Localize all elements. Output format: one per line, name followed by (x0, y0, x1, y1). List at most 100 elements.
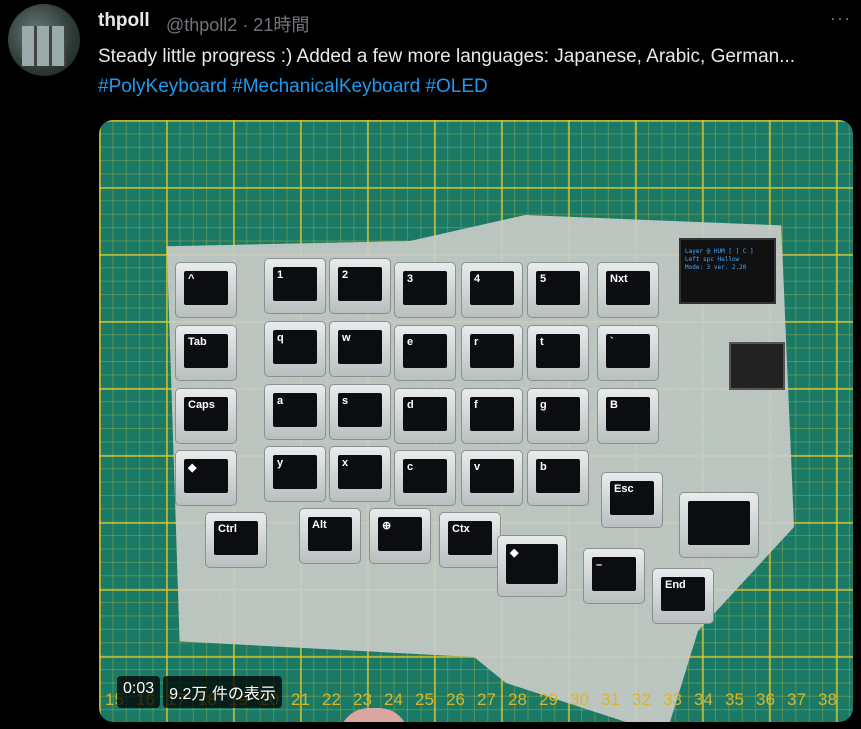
key-label: ⊕ (378, 517, 422, 551)
key-label: ` (606, 334, 650, 368)
key: Alt (299, 508, 361, 564)
key-label: f (470, 397, 514, 431)
key: s (329, 384, 391, 440)
ruler-number: 34 (694, 690, 713, 709)
ruler-number: 27 (477, 690, 496, 709)
ruler-number: 32 (632, 690, 651, 709)
more-options-icon[interactable]: ··· (830, 8, 851, 29)
key: 5 (527, 262, 589, 318)
view-count: 9.2万 件の表示 (163, 676, 282, 708)
hashtag[interactable]: #OLED (425, 76, 487, 97)
oled-display: Layer @ HUM [ ] C ] Left spc Hellow Mode… (679, 238, 776, 304)
key: q (264, 321, 326, 377)
key-label: B (606, 397, 650, 431)
key: v (461, 450, 523, 506)
ruler-number: 36 (756, 690, 775, 709)
ruler-number: 35 (725, 690, 744, 709)
key: x (329, 446, 391, 502)
key: Ctrl (205, 512, 267, 568)
ruler-number: 21 (291, 690, 310, 709)
ruler-number: 33 (663, 690, 682, 709)
avatar[interactable] (8, 4, 80, 76)
key-label: s (338, 393, 382, 427)
key-label: a (273, 393, 317, 427)
oled-line: Mode: 3 ver. 2.20 (685, 264, 747, 271)
finger (339, 708, 409, 722)
user-handle-time[interactable]: @thpoll2 · 21時間 (166, 11, 309, 37)
key: d (394, 388, 456, 444)
key: Caps (175, 388, 237, 444)
key: ⊕ (369, 508, 431, 564)
key: ` (597, 325, 659, 381)
key: r (461, 325, 523, 381)
key-label: Ctx (448, 521, 492, 555)
key: ^ (175, 262, 237, 318)
key: Tab (175, 325, 237, 381)
key: g (527, 388, 589, 444)
key: b (527, 450, 589, 506)
key-label: 1 (273, 267, 317, 301)
key-label: y (273, 455, 317, 489)
ruler-number: 26 (446, 690, 465, 709)
key-label: 4 (470, 271, 514, 305)
video-player[interactable]: Layer @ HUM [ ] C ] Left spc Hellow Mode… (99, 120, 853, 722)
thumb-key: End (652, 568, 714, 624)
key-label: ◆ (506, 544, 558, 584)
key-label: Esc (610, 481, 654, 515)
thumb-key (679, 492, 759, 558)
key-label: b (536, 459, 580, 493)
thumb-key: – (583, 548, 645, 604)
ruler-number: 23 (353, 690, 372, 709)
ruler-number: 37 (787, 690, 806, 709)
key-label: e (403, 334, 447, 368)
hashtag[interactable]: #PolyKeyboard (98, 76, 227, 97)
key-label: Ctrl (214, 521, 258, 555)
key-label: ^ (184, 271, 228, 305)
key: 1 (264, 258, 326, 314)
key-label: Caps (184, 397, 228, 431)
user-name[interactable]: thpoll (98, 10, 150, 32)
key: 2 (329, 258, 391, 314)
hashtag[interactable]: #MechanicalKeyboard (232, 76, 420, 97)
key: t (527, 325, 589, 381)
key-label: End (661, 577, 705, 611)
key: y (264, 446, 326, 502)
ruler-number: 31 (601, 690, 620, 709)
key-label: 3 (403, 271, 447, 305)
key: Nxt (597, 262, 659, 318)
key-label: r (470, 334, 514, 368)
ruler-number: 22 (322, 690, 341, 709)
video-badge: 0:03 9.2万 件の表示 (117, 676, 282, 708)
tweet-body: Steady little progress :) Added a few mo… (98, 46, 796, 67)
key: Ctx (439, 512, 501, 568)
thumb-key: Esc (601, 472, 663, 528)
ruler-number: 28 (508, 690, 527, 709)
oled-line: Layer @ HUM [ ] C ] (685, 248, 754, 255)
key: 4 (461, 262, 523, 318)
key-label: c (403, 459, 447, 493)
key-label: Nxt (606, 271, 650, 305)
ruler-number: 25 (415, 690, 434, 709)
tweet-text: Steady little progress :) Added a few mo… (98, 42, 838, 102)
key: e (394, 325, 456, 381)
key: w (329, 321, 391, 377)
key-label: d (403, 397, 447, 431)
key: B (597, 388, 659, 444)
key-label: 5 (536, 271, 580, 305)
key: f (461, 388, 523, 444)
ruler-number: 29 (539, 690, 558, 709)
key: a (264, 384, 326, 440)
key-label: 2 (338, 267, 382, 301)
key: ◆ (175, 450, 237, 506)
key-label: ◆ (184, 459, 228, 493)
key-label: w (338, 330, 382, 364)
key-label: v (470, 459, 514, 493)
key-label: – (592, 557, 636, 591)
ruler-number: 30 (570, 690, 589, 709)
key-label: g (536, 397, 580, 431)
rj45-jack (729, 342, 785, 390)
key-label: Alt (308, 517, 352, 551)
key-label (688, 501, 750, 545)
key: 3 (394, 262, 456, 318)
key: c (394, 450, 456, 506)
